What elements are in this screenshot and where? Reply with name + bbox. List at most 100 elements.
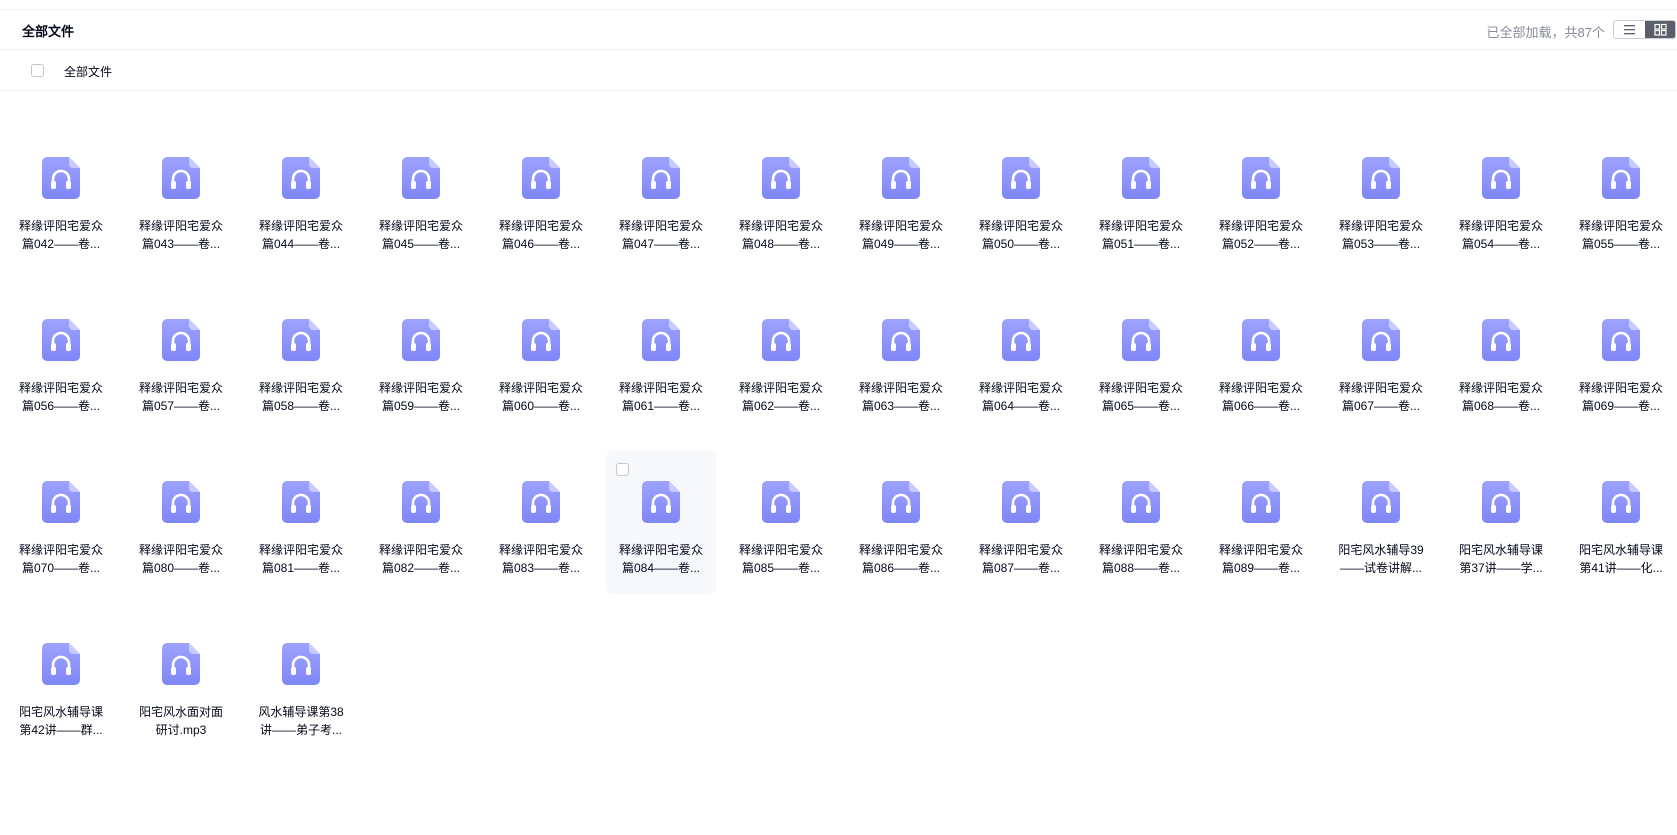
file-item[interactable]: 释缘评阳宅爱众 篇045——卷... — [366, 127, 476, 270]
file-item[interactable]: 释缘评阳宅爱众篇038——卷... — [1206, 92, 1316, 108]
file-item[interactable]: 释缘评阳宅爱众 篇061——卷... — [606, 289, 716, 432]
file-name-line2: 研讨.mp3 — [155, 723, 207, 737]
audio-file-icon — [1602, 157, 1640, 199]
file-name-line1: 释缘评阳宅爱众 — [618, 543, 703, 557]
grid-view-button[interactable] — [1645, 21, 1675, 38]
file-item[interactable]: 释缘评阳宅爱众 篇063——卷... — [846, 289, 956, 432]
file-item[interactable]: 释缘评阳宅爱众 篇088——卷... — [1086, 451, 1196, 594]
file-name-line1: 释缘评阳宅爱众 — [378, 219, 463, 233]
file-item[interactable]: 释缘评阳宅爱众 篇065——卷... — [1086, 289, 1196, 432]
file-name-line1: 阳宅风水面对面 — [138, 705, 223, 719]
file-item[interactable]: 释缘评阳宅爱众篇035——卷... — [846, 92, 956, 108]
file-item[interactable]: 阳宅风水辅导课 第37讲——学... — [1446, 451, 1556, 594]
file-item[interactable]: 释缘评阳宅爱众 篇047——卷... — [606, 127, 716, 270]
file-item[interactable]: 释缘评阳宅爱众 篇042——卷... — [6, 127, 116, 270]
file-item[interactable]: 释缘评阳宅爱众 篇089——卷... — [1206, 451, 1316, 594]
file-item[interactable]: 释缘评阳宅爱众 篇081——卷... — [246, 451, 356, 594]
file-item[interactable]: 释缘评阳宅爱众 篇044——卷... — [246, 127, 356, 270]
file-item[interactable]: 释缘评阳宅爱众 篇068——卷... — [1446, 289, 1556, 432]
file-item[interactable]: 释缘评阳宅爱众 篇066——卷... — [1206, 289, 1316, 432]
file-item[interactable]: 释缘评阳宅爱众篇034——卷... — [726, 92, 836, 108]
file-item[interactable]: 释缘评阳宅爱众篇031——卷... — [366, 92, 476, 108]
file-item[interactable]: 释缘评阳宅爱众 篇051——卷... — [1086, 127, 1196, 270]
file-item[interactable]: 释缘评阳宅爱众篇032——卷... — [486, 92, 596, 108]
file-item[interactable]: 释缘评阳宅爱众篇030——卷... — [246, 92, 356, 108]
file-name-line2: 篇085——卷... — [741, 561, 821, 575]
file-item[interactable]: 释缘评阳宅爱众 篇055——卷... — [1566, 127, 1676, 270]
file-name-line1: 释缘评阳宅爱众 — [1578, 381, 1663, 395]
file-name-line2: 篇084——卷... — [621, 561, 701, 575]
file-name-line2: 篇042——卷... — [21, 237, 101, 251]
file-name: 释缘评阳宅爱众 篇054——卷... — [1446, 217, 1556, 253]
file-item[interactable]: 释缘评阳宅爱众篇039——卷... — [1326, 92, 1436, 108]
audio-file-icon — [1242, 481, 1280, 523]
file-item[interactable]: 释缘评阳宅爱众 篇062——卷... — [726, 289, 836, 432]
file-item[interactable]: 释缘评阳宅爱众 篇064——卷... — [966, 289, 1076, 432]
select-all-checkbox[interactable] — [31, 64, 44, 77]
file-item[interactable]: 释缘评阳宅爱众篇036——卷... — [966, 92, 1076, 108]
file-item[interactable]: 释缘评阳宅爱众 篇056——卷... — [6, 289, 116, 432]
file-name: 阳宅风水辅导39 ——试卷讲解... — [1326, 541, 1436, 577]
file-item[interactable]: 释缘评阳宅爱众 篇070——卷... — [6, 451, 116, 594]
audio-file-icon — [1122, 157, 1160, 199]
file-name-line2: 篇086——卷... — [861, 561, 941, 575]
file-name: 释缘评阳宅爱众 篇053——卷... — [1326, 217, 1436, 253]
file-item[interactable]: 阳宅风水辅导39 ——试卷讲解... — [1326, 451, 1436, 594]
file-item[interactable]: 释缘评阳宅爱众 篇060——卷... — [486, 289, 596, 432]
file-name-line1: 释缘评阳宅爱众 — [258, 543, 343, 557]
file-item[interactable]: 释缘评阳宅爱众 篇059——卷... — [366, 289, 476, 432]
file-item[interactable]: 释缘评阳宅爱众 篇049——卷... — [846, 127, 956, 270]
file-name: 释缘评阳宅爱众 篇085——卷... — [726, 541, 836, 577]
file-item[interactable]: 释缘评阳宅爱众 篇058——卷... — [246, 289, 356, 432]
file-name-line1: 释缘评阳宅爱众 — [1098, 543, 1183, 557]
file-item[interactable]: 释缘评阳宅爱众 篇057——卷... — [126, 289, 236, 432]
file-item[interactable]: 释缘评阳宅爱众 篇087——卷... — [966, 451, 1076, 594]
file-checkbox[interactable] — [616, 463, 629, 476]
file-name-line1: 释缘评阳宅爱众 — [1578, 219, 1663, 233]
file-item[interactable]: 释缘评阳宅爱众 篇046——卷... — [486, 127, 596, 270]
file-name: 释缘评阳宅爱众 篇045——卷... — [366, 217, 476, 253]
file-item[interactable]: 释缘评阳宅爱众 篇053——卷... — [1326, 127, 1436, 270]
file-name: 阳宅风水面对面 研讨.mp3 — [126, 703, 236, 739]
file-item[interactable]: 释缘评阳宅爱众 篇043——卷... — [126, 127, 236, 270]
file-item[interactable]: 释缘评阳宅爱众篇040——卷... — [1446, 92, 1556, 108]
audio-file-icon — [282, 643, 320, 685]
file-item[interactable]: 释缘评阳宅爱众 篇083——卷... — [486, 451, 596, 594]
file-item[interactable]: 释缘评阳宅爱众篇028——卷... — [6, 92, 116, 108]
file-item[interactable]: 阳宅风水辅导课 第42讲——群... — [6, 613, 116, 756]
file-name-line2: 篇065——卷... — [1101, 399, 1181, 413]
list-view-button[interactable] — [1614, 21, 1645, 38]
file-name-line2: 篇053——卷... — [1341, 237, 1421, 251]
file-name-line2: 篇056——卷... — [21, 399, 101, 413]
file-item[interactable]: 阳宅风水辅导课 第41讲——化... — [1566, 451, 1676, 594]
audio-file-icon — [282, 319, 320, 361]
file-name-line2: 篇080——卷... — [141, 561, 221, 575]
file-name-line2: 篇045——卷... — [381, 237, 461, 251]
audio-file-icon — [882, 319, 920, 361]
file-name-line1: 释缘评阳宅爱众 — [1218, 381, 1303, 395]
file-name: 释缘评阳宅爱众 篇061——卷... — [606, 379, 716, 415]
file-name-line1: 风水辅导课第38 — [258, 705, 344, 719]
breadcrumb[interactable]: 全部文件 — [64, 63, 112, 80]
file-item[interactable]: 释缘评阳宅爱众篇041——卷... — [1566, 92, 1676, 108]
file-item[interactable]: 释缘评阳宅爱众 篇054——卷... — [1446, 127, 1556, 270]
file-item[interactable]: 释缘评阳宅爱众 篇069——卷... — [1566, 289, 1676, 432]
file-name-line2: 篇059——卷... — [381, 399, 461, 413]
file-item[interactable]: 释缘评阳宅爱众 篇082——卷... — [366, 451, 476, 594]
file-item[interactable]: 释缘评阳宅爱众 篇048——卷... — [726, 127, 836, 270]
file-item[interactable]: 风水辅导课第38 讲——弟子考... — [246, 613, 356, 756]
file-item[interactable]: 释缘评阳宅爱众 篇067——卷... — [1326, 289, 1436, 432]
file-name: 释缘评阳宅爱众 篇057——卷... — [126, 379, 236, 415]
file-item[interactable]: 释缘评阳宅爱众 篇050——卷... — [966, 127, 1076, 270]
file-item[interactable]: 释缘评阳宅爱众 篇085——卷... — [726, 451, 836, 594]
file-item[interactable]: 释缘评阳宅爱众 篇084——卷... — [606, 451, 716, 594]
file-item[interactable]: 释缘评阳宅爱众 篇080——卷... — [126, 451, 236, 594]
audio-file-icon — [522, 319, 560, 361]
file-item[interactable]: 阳宅风水面对面 研讨.mp3 — [126, 613, 236, 756]
file-item[interactable]: 释缘评阳宅爱众篇029——卷... — [126, 92, 236, 108]
file-item[interactable]: 释缘评阳宅爱众 篇086——卷... — [846, 451, 956, 594]
file-item[interactable]: 释缘评阳宅爱众篇037——卷... — [1086, 92, 1196, 108]
file-item[interactable]: 释缘评阳宅爱众篇033——卷... — [606, 92, 716, 108]
file-name: 释缘评阳宅爱众 篇047——卷... — [606, 217, 716, 253]
file-item[interactable]: 释缘评阳宅爱众 篇052——卷... — [1206, 127, 1316, 270]
